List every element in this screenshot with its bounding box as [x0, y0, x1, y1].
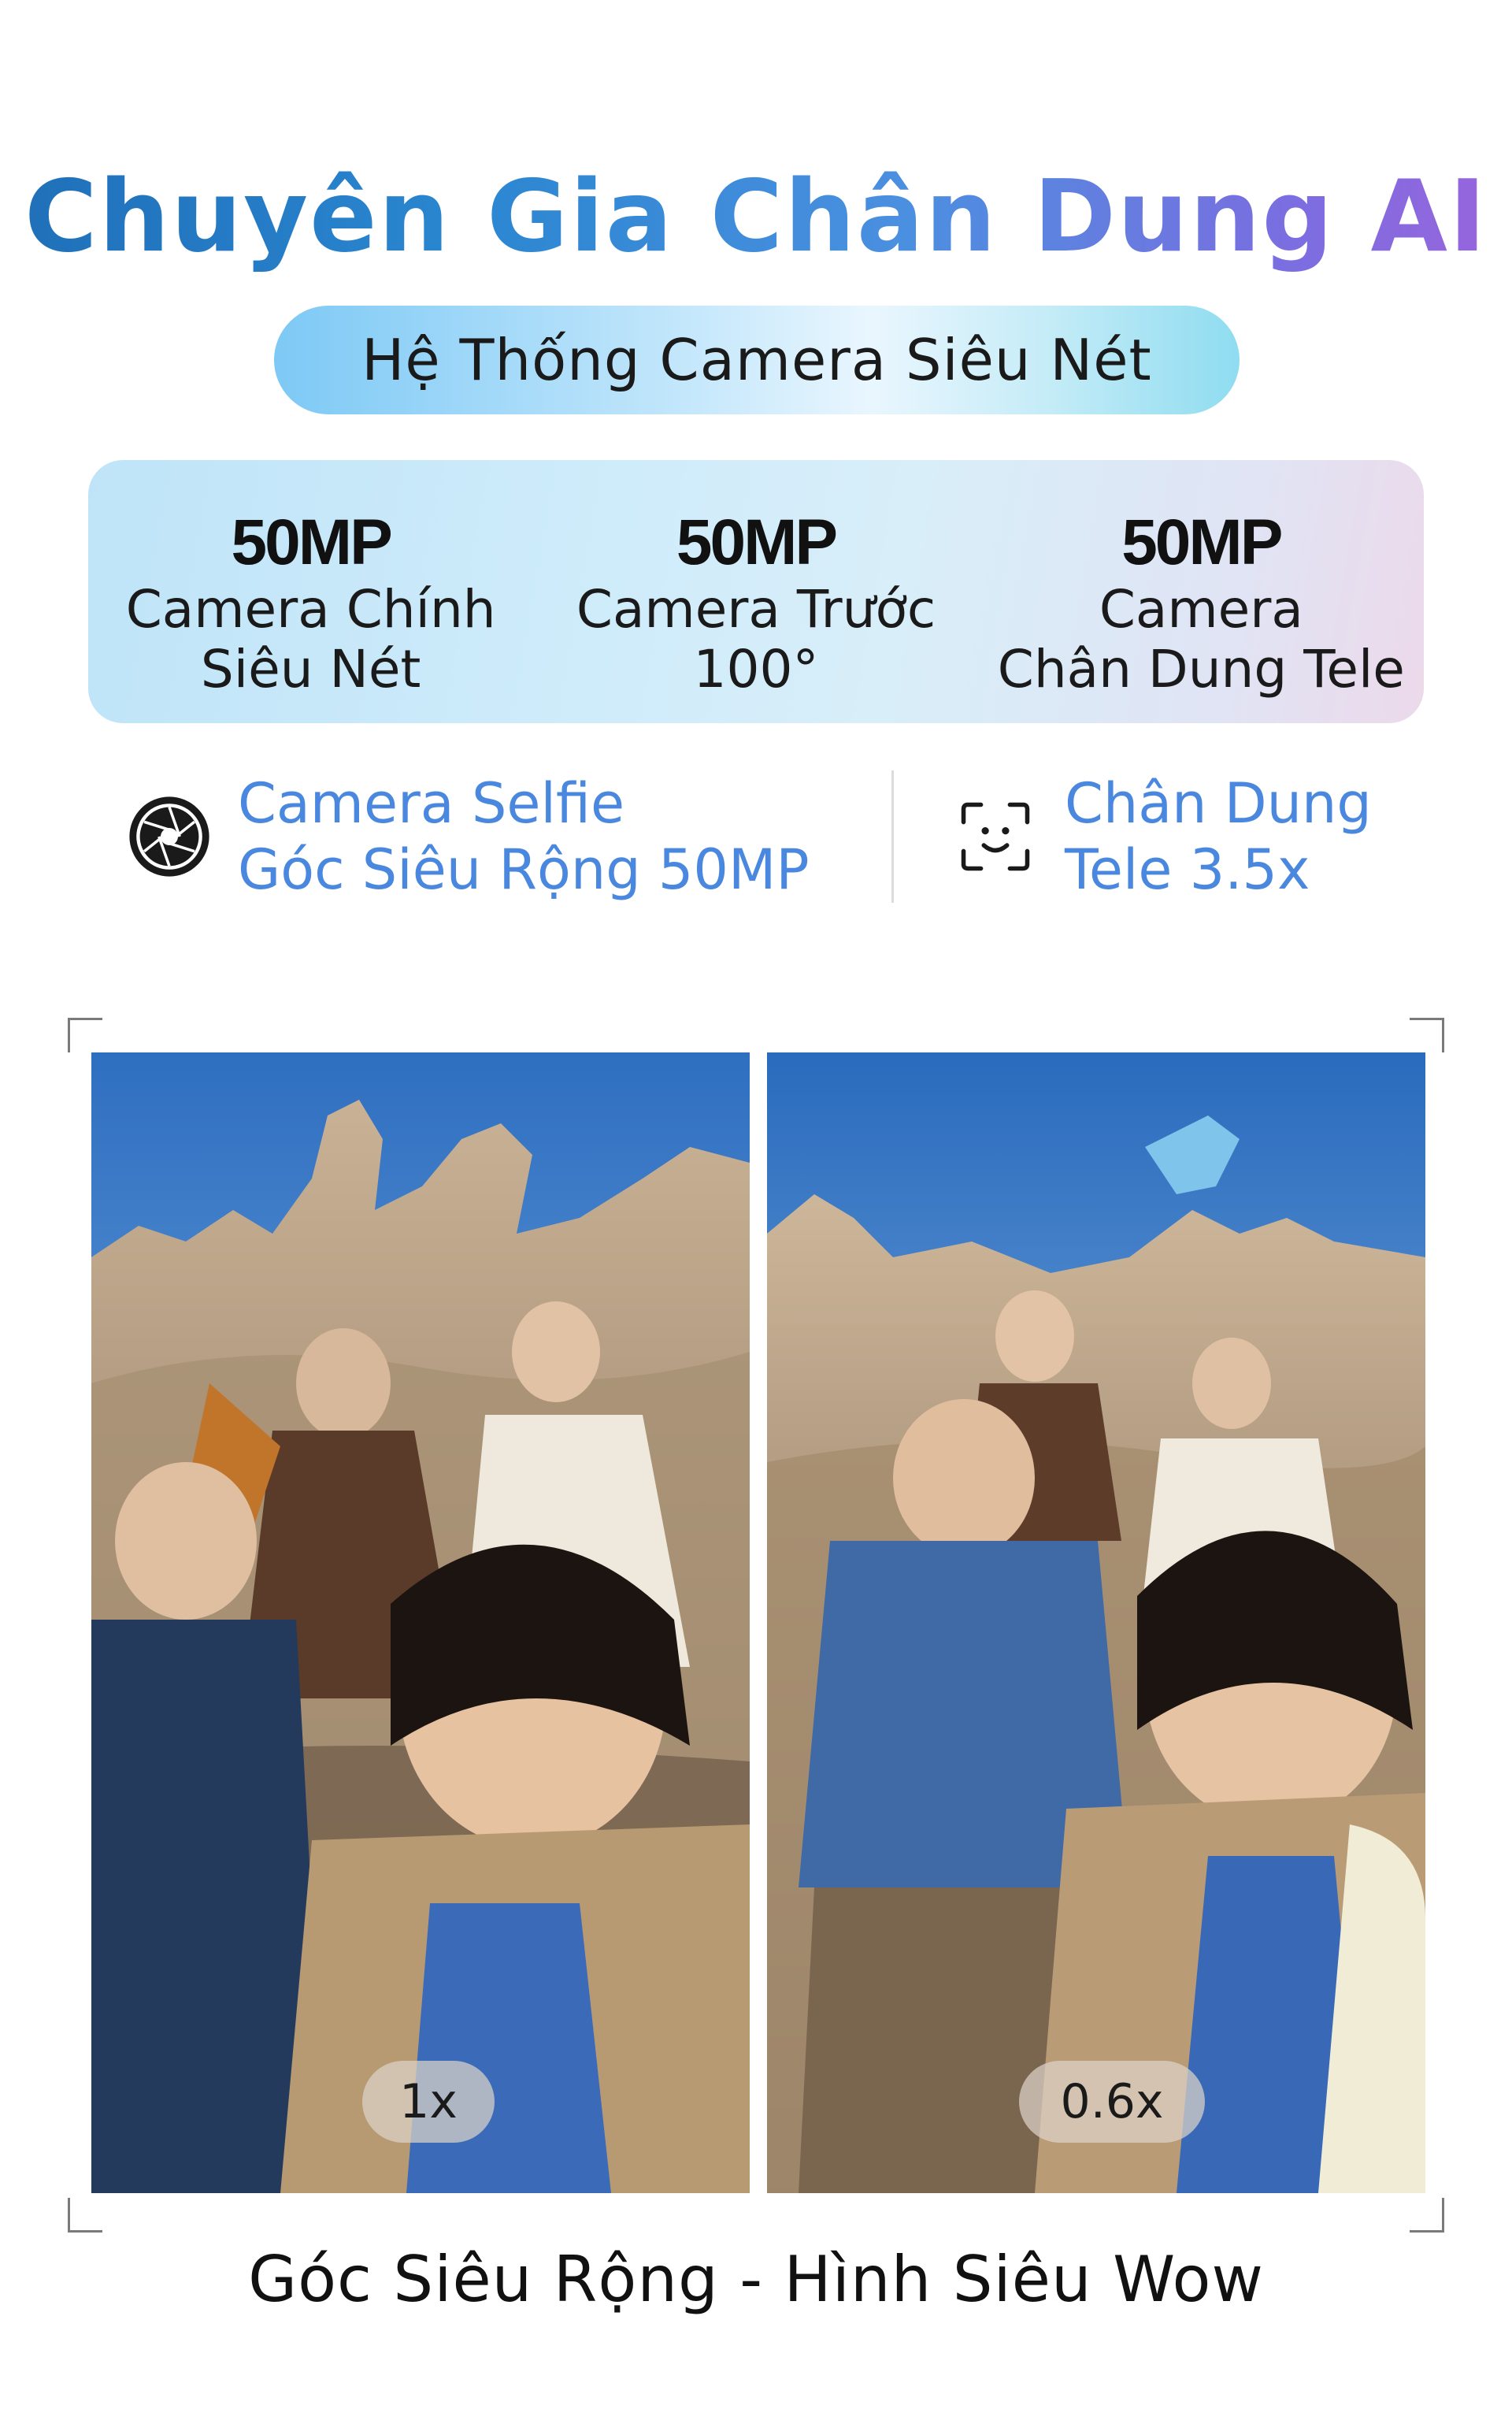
subtitle-pill-text: Hệ Thống Camera Siêu Nét: [361, 327, 1152, 393]
frame-corner: [1410, 1018, 1444, 1052]
spec-value: 50MP: [1121, 507, 1283, 578]
spec-label-line2: Siêu Nét: [200, 639, 421, 700]
group-selfie-wide-image: [767, 1052, 1425, 2193]
spec-label-line1: Camera: [1099, 579, 1303, 640]
feature-tele-text: Chân Dung Tele 3.5x: [1065, 770, 1372, 903]
frame-corner: [1410, 2198, 1444, 2233]
frame-corner: [68, 2198, 102, 2233]
feature-line2: Tele 3.5x: [1065, 837, 1310, 902]
spec-label-line2: Chân Dung Tele: [997, 639, 1405, 700]
zoom-badge: 0.6x: [1019, 2061, 1205, 2143]
feature-tele: Chân Dung Tele 3.5x: [959, 770, 1372, 903]
face-focus-icon: [961, 802, 1030, 871]
camera-aperture-icon: [129, 796, 209, 877]
feature-selfie-text: Camera Selfie Góc Siêu Rộng 50MP: [238, 770, 810, 903]
feature-line2: Góc Siêu Rộng 50MP: [238, 837, 810, 902]
product-banner: Chuyên Gia Chân Dung AI Hệ Thống Camera …: [0, 0, 1512, 2420]
spec-value: 50MP: [676, 507, 838, 578]
feature-divider: [891, 770, 894, 903]
spec-value: 50MP: [231, 507, 393, 578]
group-selfie-image: [91, 1052, 750, 2193]
spec-label-line1: Camera Trước: [576, 579, 936, 640]
spec-tele-camera: 50MP Camera Chân Dung Tele: [979, 460, 1424, 723]
headline: Chuyên Gia Chân Dung AI: [0, 158, 1512, 276]
feature-selfie: Camera Selfie Góc Siêu Rộng 50MP: [126, 770, 810, 903]
spec-label-line1: Camera Chính: [125, 579, 496, 640]
spec-label-line2: 100°: [693, 639, 819, 700]
sample-photo-1x: 1x: [91, 1052, 750, 2193]
feature-line1: Camera Selfie: [238, 771, 625, 836]
feature-line1: Chân Dung: [1065, 771, 1372, 836]
spec-main-camera: 50MP Camera Chính Siêu Nét: [88, 460, 533, 723]
spec-front-camera: 50MP Camera Trước 100°: [533, 460, 978, 723]
camera-specs-panel: 50MP Camera Chính Siêu Nét 50MP Camera T…: [88, 460, 1424, 723]
frame-corner: [68, 1018, 102, 1052]
caption: Góc Siêu Rộng - Hình Siêu Wow: [248, 2243, 1264, 2316]
subtitle-pill: Hệ Thống Camera Siêu Nét: [274, 306, 1240, 414]
zoom-badge: 1x: [362, 2061, 495, 2143]
sample-photo-0-6x: 0.6x: [767, 1052, 1425, 2193]
